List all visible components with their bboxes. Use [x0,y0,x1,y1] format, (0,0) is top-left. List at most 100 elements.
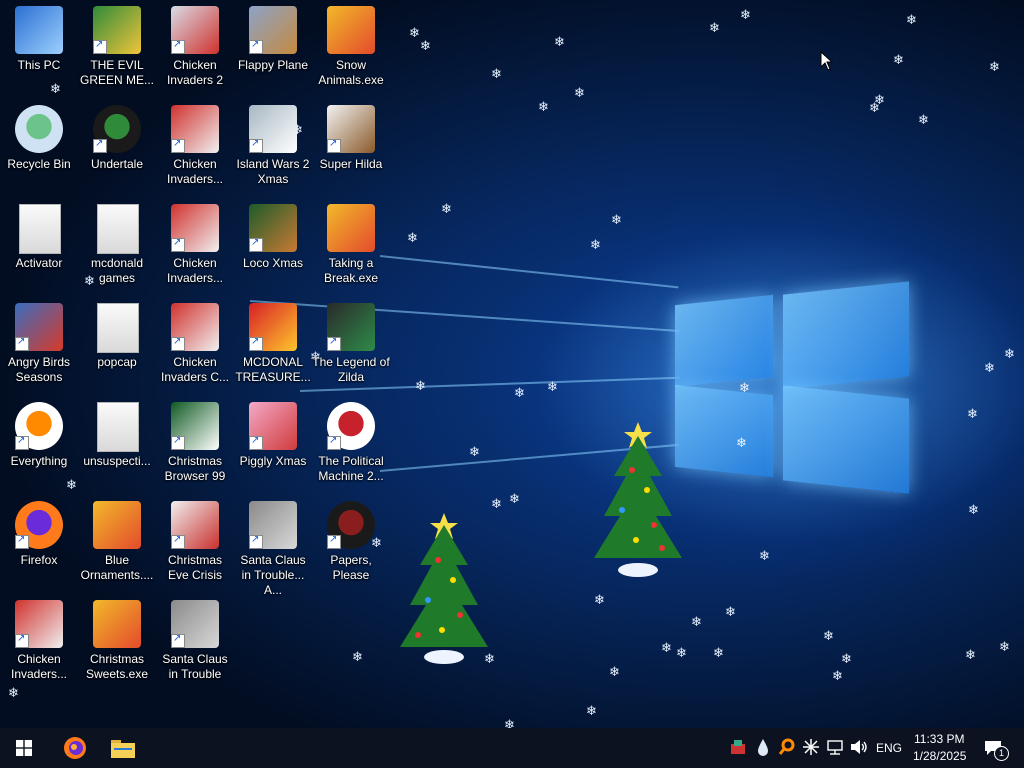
shortcut-arrow-icon [15,534,29,549]
shortcut-arrow-icon [171,336,185,351]
desktop-icon-label: Christmas Eve Crisis [167,553,222,582]
desktop-icon[interactable]: Loco Xmas [234,198,312,297]
recycle-bin-icon [15,105,63,153]
snowflake-icon: ❄ [407,231,418,246]
desktop-icon[interactable]: The Political Machine 2... [312,396,390,495]
tray-network-icon[interactable] [826,738,844,756]
desktop-icon-label: Angry Birds Seasons [7,355,71,384]
desktop-icon-label: Santa Claus in Trouble [162,652,228,681]
language-indicator[interactable]: ENG [876,741,902,755]
desktop-icon[interactable]: Papers, Please [312,495,390,594]
desktop-icon[interactable]: Chicken Invaders... [156,99,234,198]
desktop-icon[interactable]: Santa Claus in Trouble... A... [234,495,312,597]
shortcut-arrow-icon [15,435,29,450]
desktop-icon-label: This PC [17,58,61,72]
shortcut-arrow-icon [249,237,263,252]
tray-snow-icon[interactable] [802,738,820,756]
papers-please-icon [327,501,375,549]
legend-of-zilda-icon [327,303,375,351]
snowflake-icon: ❄ [823,629,834,644]
desktop-icon[interactable]: Island Wars 2 Xmas [234,99,312,198]
desktop-icon[interactable]: mcdonald games [78,198,156,297]
desktop-icon-label: Flappy Plane [237,58,309,72]
desktop-icon[interactable]: Recycle Bin [0,99,78,198]
folder-icon [97,204,139,254]
desktop-icon[interactable]: Flappy Plane [234,0,312,99]
snowflake-icon: ❄ [491,67,502,82]
desktop-icon[interactable]: unsuspecti... [78,396,156,495]
desktop-icon-label: Piggly Xmas [239,454,307,468]
taskbar: ENG 11:33 PM 1/28/2025 1 [0,728,1024,768]
desktop-icon-label: Recycle Bin [7,157,71,171]
mcdonalds-icon [249,303,297,351]
firefox-icon [64,737,86,759]
snowflake-icon: ❄ [893,53,904,68]
chicken-invaders-2-icon [171,6,219,54]
notification-count-badge: 1 [994,746,1009,761]
desktop-icon[interactable]: The Legend of Zilda [312,297,390,396]
snowflake-icon: ❄ [709,21,720,36]
desktop-icon[interactable]: Snow Animals.exe [312,0,390,99]
desktop-icon-label: Super Hilda [319,157,383,171]
desktop-icon-label: Chicken Invaders... [10,652,68,681]
desktop-icon[interactable]: This PC [0,0,78,99]
desktop-icon[interactable]: MCDONAL TREASURE... [234,297,312,396]
snowflake-icon: ❄ [906,13,917,28]
snowflake-icon: ❄ [967,407,978,422]
desktop-icon[interactable]: Chicken Invaders... [156,198,234,297]
desktop-icon[interactable]: Chicken Invaders... [0,594,78,693]
action-center-button[interactable]: 1 [980,736,1010,761]
desktop-icon[interactable]: Activator [0,198,78,297]
desktop-icon[interactable]: Super Hilda [312,99,390,198]
chicken-invaders-icon [171,204,219,252]
desktop-icon-label: Firefox [20,553,58,567]
desktop-icon-label: The Legend of Zilda [312,355,390,384]
network-icon [827,740,843,755]
desktop-icon-label: mcdonald games [90,256,144,285]
taskbar-file-explorer[interactable] [100,728,146,768]
tray-app-icon[interactable] [729,738,747,756]
tray-water-icon[interactable] [756,738,770,756]
desktop-icon-label: Papers, Please [330,553,372,582]
desktop-icon[interactable]: Chicken Invaders C... [156,297,234,396]
clock-area[interactable]: 11:33 PM 1/28/2025 [904,728,976,768]
taskbar-firefox[interactable] [52,728,98,768]
undertale-icon [93,105,141,153]
start-button[interactable] [0,728,48,768]
clock-date: 1/28/2025 [913,749,967,763]
christmas-browser-icon [171,402,219,450]
tray-everything-icon[interactable] [778,738,796,756]
desktop-icon[interactable]: Santa Claus in Trouble [156,594,234,693]
desktop-icon[interactable]: THE EVIL GREEN ME... [78,0,156,99]
desktop-icon[interactable]: popcap [78,297,156,396]
desktop-icon[interactable]: Piggly Xmas [234,396,312,495]
shortcut-arrow-icon [249,39,263,54]
windows-logo-wallpaper [675,270,910,505]
tray-volume-icon[interactable] [849,738,869,756]
shortcut-arrow-icon [93,39,107,54]
desktop-icon[interactable]: Taking a Break.exe [312,198,390,297]
desktop-icon[interactable]: Christmas Sweets.exe [78,594,156,693]
snowflake-icon: ❄ [594,593,605,608]
desktop-icon-label: The Political Machine 2... [318,454,384,483]
desktop-icon-label: Everything [10,454,68,468]
desktop-icon[interactable]: Chicken Invaders 2 [156,0,234,99]
desktop-icon[interactable]: Undertale [78,99,156,198]
desktop-icon[interactable]: Firefox [0,495,78,594]
desktop-icon[interactable]: Everything [0,396,78,495]
desktop-icon-label: MCDONAL TREASURE... [235,355,311,384]
snowflake-icon: ❄ [1004,347,1015,362]
desktop-icon-label: Chicken Invaders C... [160,355,230,384]
snowflake-icon: ❄ [514,386,525,401]
desktop-icon[interactable]: Christmas Eve Crisis [156,495,234,594]
folder-icon [97,402,139,452]
snowflake-icon: ❄ [609,665,620,680]
shortcut-arrow-icon [327,336,341,351]
snowflake-icon: ❄ [989,60,1000,75]
desktop-icon[interactable]: Blue Ornaments.... [78,495,156,594]
droplet-icon [758,739,768,756]
desktop-icon[interactable]: Angry Birds Seasons [0,297,78,396]
desktop-icon[interactable]: Christmas Browser 99 [156,396,234,495]
super-hilda-icon [327,105,375,153]
snowflake-icon: ❄ [441,202,452,217]
